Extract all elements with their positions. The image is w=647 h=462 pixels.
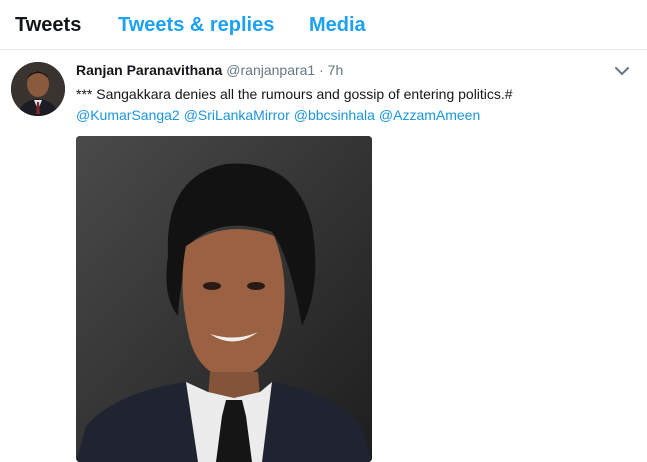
tweet-mentions: @KumarSanga2 @SriLankaMirror @bbcsinhala @A… <box>76 105 484 126</box>
chevron-down-icon[interactable] <box>614 64 630 78</box>
tweet-media-photo[interactable] <box>76 136 372 462</box>
author-name[interactable]: Ranjan Paranavithana <box>76 62 222 78</box>
tab-tweets-and-replies[interactable]: Tweets & replies <box>118 13 274 37</box>
tab-media[interactable]: Media <box>309 13 366 37</box>
mention-link[interactable]: @bbcsinhala <box>294 107 375 123</box>
tweet-timestamp[interactable]: 7h <box>328 62 344 78</box>
tab-tweets[interactable]: Tweets <box>15 13 81 37</box>
profile-tabs: Tweets Tweets & replies Media <box>0 0 647 50</box>
separator-dot: · <box>319 62 324 78</box>
mention-link[interactable]: @KumarSanga2 <box>76 107 180 123</box>
tweet-header: Ranjan Paranavithana @ranjanpara1 · 7h <box>76 61 343 79</box>
mention-link[interactable]: @SriLankaMirror <box>184 107 290 123</box>
author-handle[interactable]: @ranjanpara1 <box>226 62 315 78</box>
mention-link[interactable]: @AzzamAmeen <box>379 107 480 123</box>
avatar[interactable] <box>11 62 65 116</box>
tweet-text: *** Sangakkara denies all the rumours an… <box>76 86 513 102</box>
